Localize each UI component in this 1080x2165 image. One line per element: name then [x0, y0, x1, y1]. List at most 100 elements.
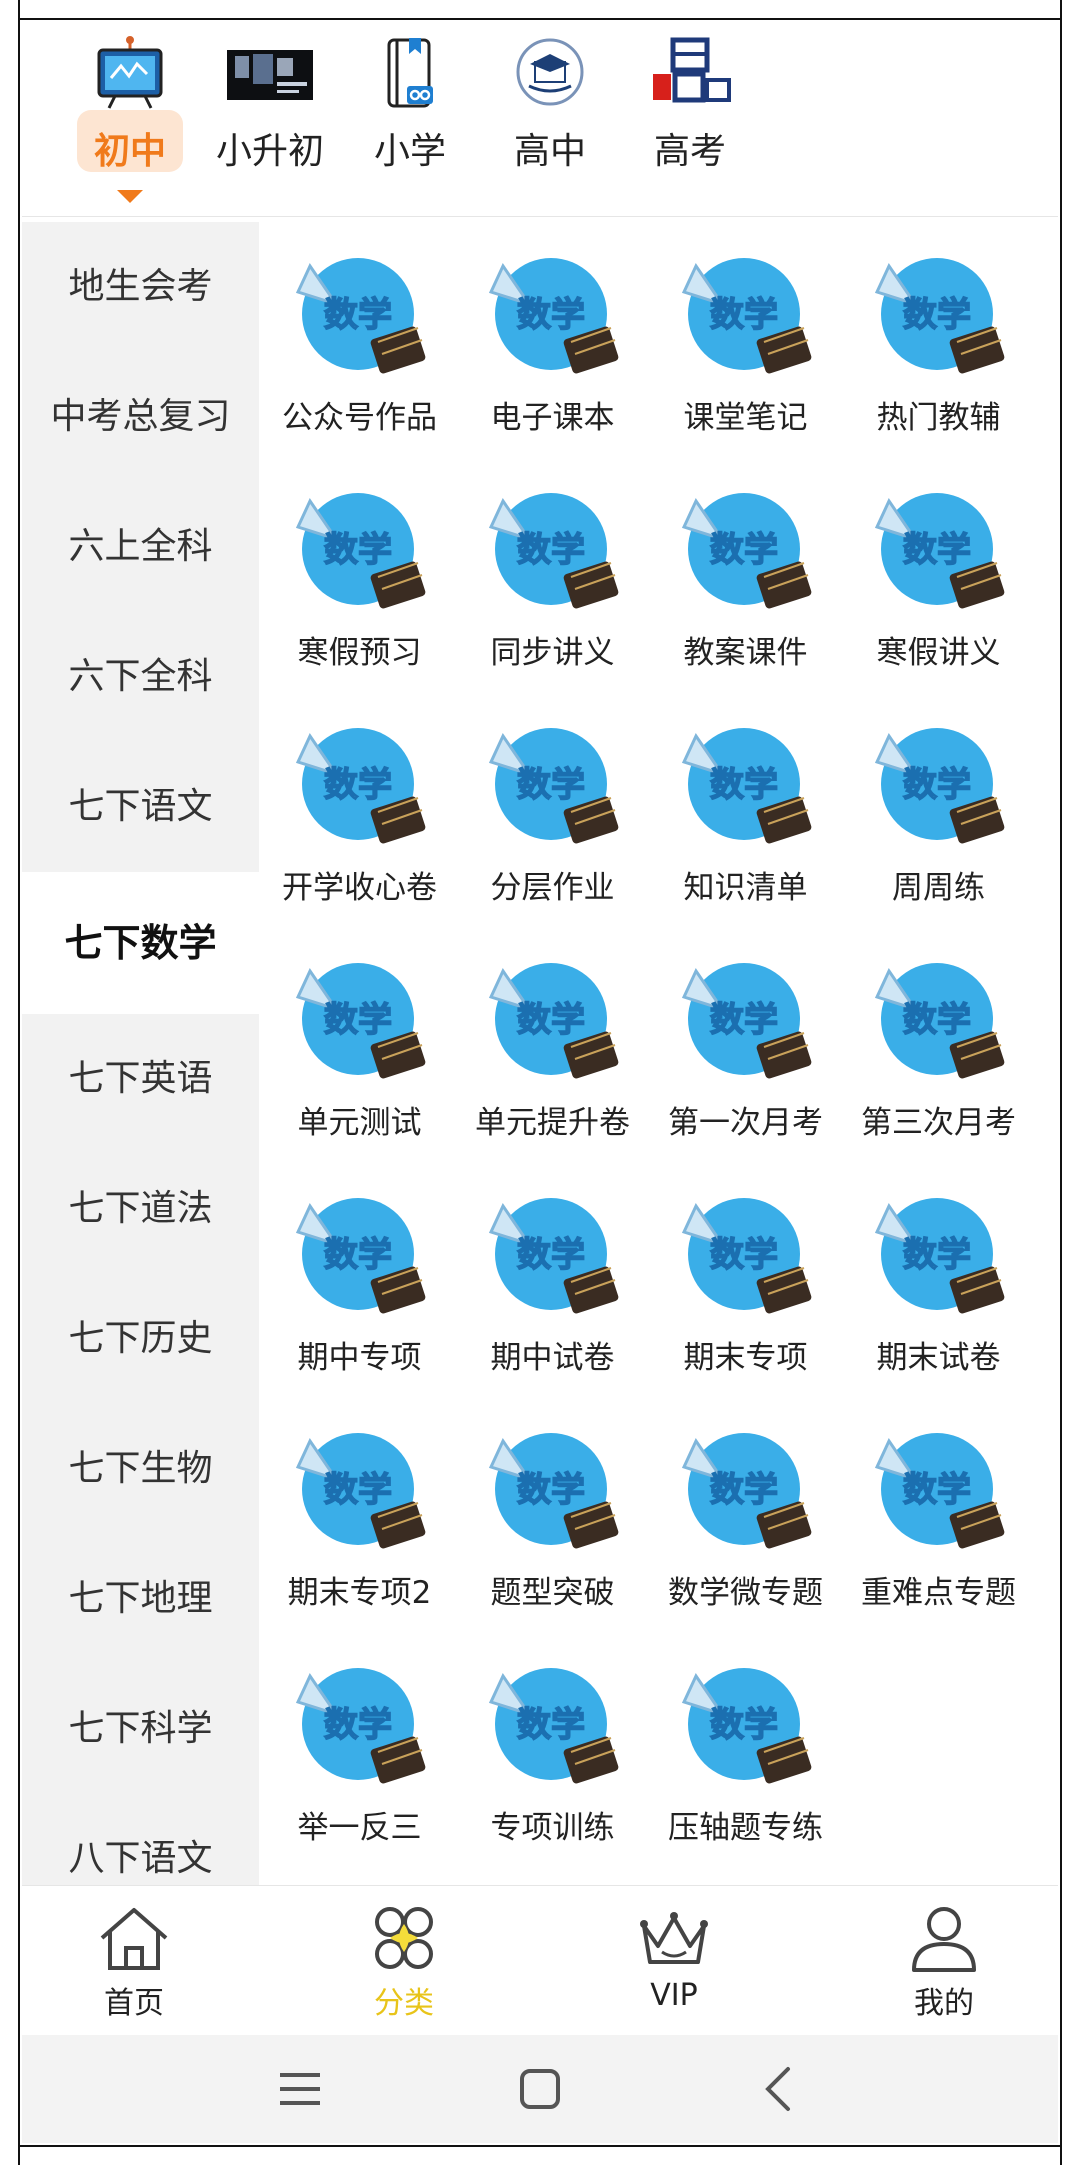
- sidebar-item[interactable]: 地生会考: [22, 222, 259, 352]
- grid-item[interactable]: 数学 压轴题专练: [648, 1632, 843, 1867]
- sidebar-item[interactable]: 八下语文: [22, 1794, 259, 1885]
- nav-category[interactable]: 分类: [304, 1886, 504, 2036]
- math-badge-icon: 数学: [488, 493, 618, 609]
- badge-text: 数学: [517, 530, 585, 570]
- grid-item[interactable]: 数学 数学微专题: [648, 1397, 843, 1632]
- study-photo-icon: [227, 50, 313, 100]
- grid-item[interactable]: 数学 题型突破: [455, 1397, 650, 1632]
- grid-item[interactable]: 数学 期末专项: [648, 1162, 843, 1397]
- badge-text: 数学: [710, 1235, 778, 1275]
- grid-item-label: 知识清单: [683, 870, 808, 906]
- menu-icon[interactable]: [270, 2059, 330, 2119]
- level-tab-primary-to-junior[interactable]: 小升初: [190, 22, 350, 217]
- grid-item-label: 周周练: [892, 870, 985, 906]
- math-badge-icon: 数学: [681, 1198, 811, 1314]
- sidebar-item[interactable]: 七下生物: [22, 1404, 259, 1534]
- grid-item[interactable]: 数学 专项训练: [455, 1632, 650, 1867]
- sidebar-item[interactable]: 七下英语: [22, 1014, 259, 1144]
- grid-item[interactable]: 数学 第三次月考: [841, 927, 1036, 1162]
- sidebar-item[interactable]: 七下语文: [22, 742, 259, 872]
- grid-item[interactable]: 数学 期末专项2: [262, 1397, 457, 1632]
- math-badge-icon: 数学: [295, 1433, 425, 1549]
- sidebar-item-active[interactable]: 七下数学: [22, 872, 259, 1014]
- grid-item-label: 寒假讲义: [876, 635, 1001, 671]
- badge-text: 数学: [903, 1235, 971, 1275]
- sidebar-item[interactable]: 七下道法: [22, 1144, 259, 1274]
- badge-text: 数学: [324, 530, 392, 570]
- home-square-icon[interactable]: [510, 2059, 570, 2119]
- badge-text: 数学: [710, 295, 778, 335]
- sidebar-item[interactable]: 七下历史: [22, 1274, 259, 1404]
- book-link-icon: [387, 38, 433, 108]
- math-badge-icon: 数学: [681, 963, 811, 1079]
- grid-item[interactable]: 数学 举一反三: [262, 1632, 457, 1867]
- badge-text: 数学: [324, 295, 392, 335]
- grid-item-label: 压轴题专练: [668, 1810, 823, 1846]
- grid-item-label: 课堂笔记: [683, 400, 808, 436]
- grid-item[interactable]: 数学 重难点专题: [841, 1397, 1036, 1632]
- grid-item[interactable]: 数学 期末试卷: [841, 1162, 1036, 1397]
- grid-item[interactable]: 数学 第一次月考: [648, 927, 843, 1162]
- level-tab-gaokao[interactable]: 高考: [610, 22, 770, 217]
- grid-item[interactable]: 数学 课堂笔记: [648, 222, 843, 457]
- system-nav-bar: [22, 2035, 1058, 2143]
- grid-item-label: 电子课本: [490, 400, 615, 436]
- grid-item-label: 分层作业: [490, 870, 615, 906]
- grid-item[interactable]: 数学 单元测试: [262, 927, 457, 1162]
- sidebar-item[interactable]: 六下全科: [22, 612, 259, 742]
- active-caret-icon: [117, 190, 143, 203]
- math-badge-icon: 数学: [874, 258, 1004, 374]
- badge-text: 数学: [517, 295, 585, 335]
- sidebar-item[interactable]: 七下地理: [22, 1534, 259, 1664]
- grid-item-label: 寒假预习: [297, 635, 422, 671]
- grid-item-label: 期末试卷: [876, 1340, 1001, 1376]
- level-tab-senior[interactable]: 高中: [470, 22, 630, 217]
- math-badge-icon: 数学: [874, 493, 1004, 609]
- person-icon: [912, 1907, 976, 1972]
- level-tab-primary[interactable]: 小学: [330, 22, 490, 217]
- nav-label: VIP: [650, 1978, 698, 2013]
- grid-item[interactable]: 数学 分层作业: [455, 692, 650, 927]
- bottom-nav: 首页 分类 VIP 我的: [22, 1885, 1058, 2035]
- badge-text: 数学: [903, 1470, 971, 1510]
- grid-item[interactable]: 数学 期中专项: [262, 1162, 457, 1397]
- nav-vip[interactable]: VIP: [574, 1886, 774, 2036]
- grid-item[interactable]: 数学 电子课本: [455, 222, 650, 457]
- grid-item-label: 开学收心卷: [282, 870, 437, 906]
- grid-item[interactable]: 数学 教案课件: [648, 457, 843, 692]
- sidebar-item[interactable]: 中考总复习: [22, 352, 259, 482]
- nav-me[interactable]: 我的: [844, 1886, 1044, 2036]
- grid-item[interactable]: 数学 期中试卷: [455, 1162, 650, 1397]
- grid-item[interactable]: 数学 开学收心卷: [262, 692, 457, 927]
- badge-text: 数学: [324, 1000, 392, 1040]
- math-badge-icon: 数学: [488, 963, 618, 1079]
- badge-text: 数学: [324, 1470, 392, 1510]
- grid-item[interactable]: 数学 寒假预习: [262, 457, 457, 692]
- grid-item[interactable]: 数学 热门教辅: [841, 222, 1036, 457]
- grid-item[interactable]: 数学 单元提升卷: [455, 927, 650, 1162]
- back-icon[interactable]: [750, 2059, 810, 2119]
- crown-icon: [640, 1912, 708, 1964]
- sidebar-item[interactable]: 七下科学: [22, 1664, 259, 1794]
- level-tab-junior[interactable]: 初中: [50, 22, 210, 217]
- grid-item[interactable]: 数学 周周练: [841, 692, 1036, 927]
- badge-text: 数学: [710, 1705, 778, 1745]
- math-badge-icon: 数学: [681, 493, 811, 609]
- grid-item[interactable]: 数学 知识清单: [648, 692, 843, 927]
- badge-text: 数学: [710, 1470, 778, 1510]
- math-badge-icon: 数学: [295, 258, 425, 374]
- sidebar-item[interactable]: 六上全科: [22, 482, 259, 612]
- badge-text: 数学: [517, 1705, 585, 1745]
- grid-item[interactable]: 数学 公众号作品: [262, 222, 457, 457]
- grid-item[interactable]: 数学 寒假讲义: [841, 457, 1036, 692]
- badge-text: 数学: [903, 295, 971, 335]
- math-badge-icon: 数学: [681, 1668, 811, 1784]
- nav-home[interactable]: 首页: [34, 1886, 234, 2036]
- grid-item-label: 第一次月考: [668, 1105, 823, 1141]
- grid-item-label: 公众号作品: [282, 400, 437, 436]
- math-badge-icon: 数学: [488, 1198, 618, 1314]
- grid-item[interactable]: 数学 同步讲义: [455, 457, 650, 692]
- grid-item-label: 第三次月考: [861, 1105, 1016, 1141]
- level-tab-label: 高考: [653, 131, 726, 172]
- category-icon: [375, 1907, 433, 1969]
